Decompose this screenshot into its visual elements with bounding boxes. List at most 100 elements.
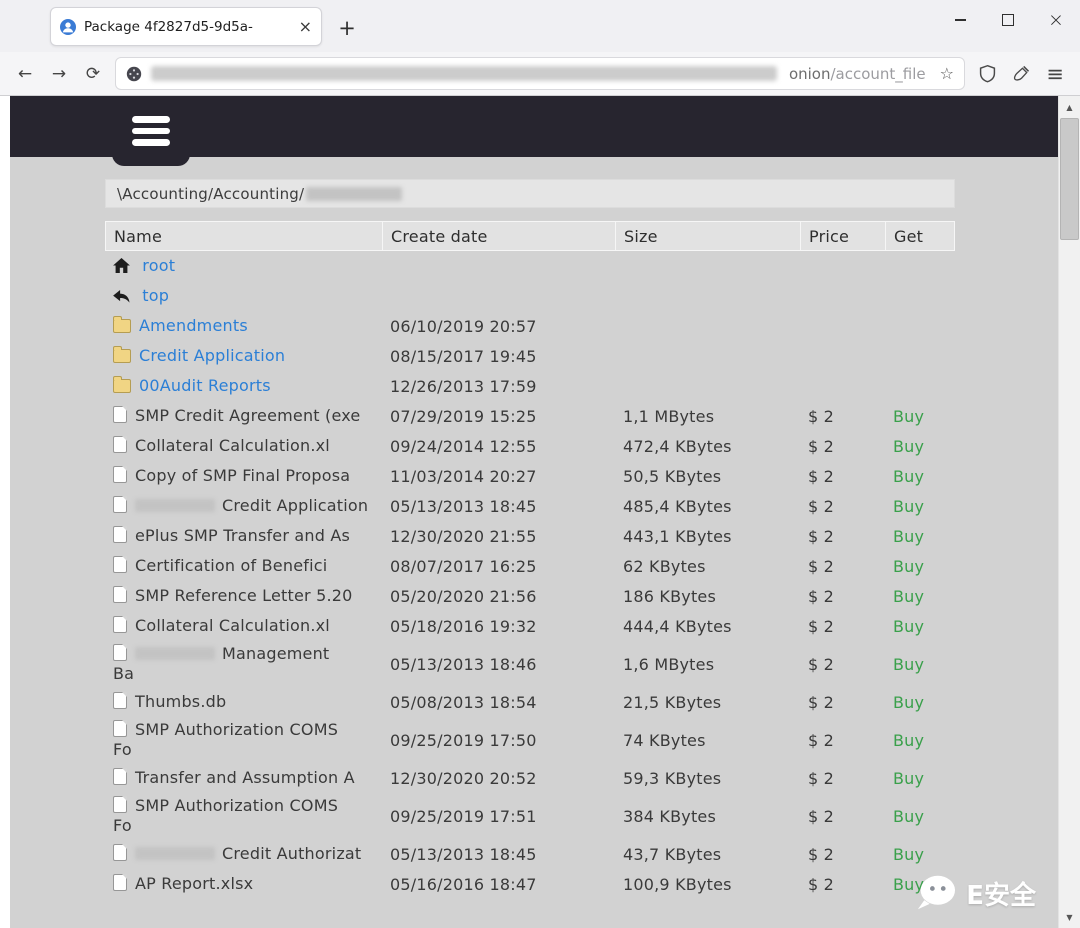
name-cell: Credit Application <box>105 343 382 369</box>
name-cell: SMP Credit Agreement (exe <box>105 403 382 429</box>
buy-link[interactable]: Buy <box>893 467 924 486</box>
create-date-cell: 09/25/2019 17:51 <box>390 806 537 826</box>
buy-link[interactable]: Buy <box>893 807 924 826</box>
bookmark-star-icon[interactable]: ☆ <box>926 64 954 83</box>
file-name: SMP Reference Letter 5.20 <box>135 586 353 605</box>
create-date-cell: 12/26/2013 17:59 <box>390 376 537 396</box>
buy-link[interactable]: Buy <box>893 769 924 788</box>
buy-link[interactable]: Buy <box>893 693 924 712</box>
column-header-size: Size <box>616 222 801 250</box>
scrollbar-thumb[interactable] <box>1060 118 1079 240</box>
create-date-cell: 08/07/2017 16:25 <box>390 556 537 576</box>
window-maximize-button[interactable] <box>984 0 1032 40</box>
file-row: Copy of SMP Final Proposa 11/03/2014 20:2… <box>105 461 955 491</box>
root-link[interactable]: root <box>142 256 175 275</box>
buy-link[interactable]: Buy <box>893 655 924 674</box>
price-cell: $ 2 <box>808 654 835 674</box>
shield-icon[interactable] <box>970 58 1004 90</box>
new-tab-button[interactable]: + <box>332 13 362 43</box>
browser-window: Package 4f2827d5-9d5a- × + × ← → ⟳ onion… <box>0 0 1080 928</box>
price-cell: $ 2 <box>808 874 835 894</box>
get-cell: Buy <box>885 845 955 864</box>
scroll-up-button[interactable]: ▲ <box>1059 96 1080 118</box>
back-button[interactable]: ← <box>8 58 42 90</box>
buy-link[interactable]: Buy <box>893 497 924 516</box>
folder-icon <box>113 316 131 333</box>
buy-link[interactable]: Buy <box>893 587 924 606</box>
create-date-cell: 05/20/2020 21:56 <box>390 586 537 606</box>
get-cell: Buy <box>885 497 955 516</box>
vertical-scrollbar[interactable]: ▲ ▼ <box>1058 96 1080 928</box>
file-icon <box>113 844 127 861</box>
get-cell: Buy <box>885 587 955 606</box>
file-row: Transfer and Assumption A 12/30/2020 20:5… <box>105 763 955 793</box>
new-identity-broom-icon[interactable] <box>1004 58 1038 90</box>
create-date-cell: 08/15/2017 19:45 <box>390 346 537 366</box>
window-minimize-button[interactable] <box>936 0 984 40</box>
folder-row: Credit Application 08/15/2017 19:45 <box>105 341 955 371</box>
file-icon <box>113 796 127 813</box>
file-table: Name Create date Size Price Get root top… <box>105 221 955 899</box>
browser-menu-icon[interactable]: ≡ <box>1038 58 1072 90</box>
file-icon <box>113 526 127 543</box>
browser-tab[interactable]: Package 4f2827d5-9d5a- × <box>50 7 322 46</box>
size-cell: 50,5 KBytes <box>623 466 722 486</box>
size-cell: 1,1 MBytes <box>623 406 715 426</box>
file-name: SMP Authorization COMS Fo <box>113 796 339 835</box>
name-cell: AP Report.xlsx <box>105 871 382 897</box>
buy-link[interactable]: Buy <box>893 731 924 750</box>
site-menu-button[interactable] <box>112 96 190 166</box>
file-icon <box>113 720 127 737</box>
buy-link[interactable]: Buy <box>893 437 924 456</box>
size-cell: 186 KBytes <box>623 586 717 606</box>
onion-circuit-icon[interactable] <box>126 66 142 82</box>
file-icon <box>113 644 127 661</box>
tab-close-icon[interactable]: × <box>299 18 312 35</box>
watermark-text: E安全 <box>966 880 1036 911</box>
home-icon <box>113 258 130 273</box>
buy-link[interactable]: Buy <box>893 407 924 426</box>
file-row: Credit Authorizat 05/13/2013 18:45 43,7 KB… <box>105 839 955 869</box>
hamburger-icon <box>132 127 170 135</box>
size-cell: 472,4 KBytes <box>623 436 732 456</box>
folder-row: Amendments 06/10/2019 20:57 <box>105 311 955 341</box>
price-cell: $ 2 <box>808 436 835 456</box>
reload-button[interactable]: ⟳ <box>76 58 110 90</box>
url-path-text: /account_file <box>830 64 926 83</box>
file-row: Collateral Calculation.xl 09/24/2014 12:5… <box>105 431 955 461</box>
price-cell: $ 2 <box>808 692 835 712</box>
create-date-cell: 07/29/2019 15:25 <box>390 406 537 426</box>
price-cell: $ 2 <box>808 768 835 788</box>
create-date-cell: 05/18/2016 19:32 <box>390 616 537 636</box>
close-icon: × <box>1048 8 1064 31</box>
create-date-cell: 05/13/2013 18:45 <box>390 496 537 516</box>
get-cell: Buy <box>885 693 955 712</box>
web-page: \Accounting/Accounting/ Name Create date… <box>10 96 1058 928</box>
scroll-down-button[interactable]: ▼ <box>1059 906 1080 928</box>
tab-title: Package 4f2827d5-9d5a- <box>84 18 253 35</box>
window-close-button[interactable]: × <box>1032 0 1080 40</box>
buy-link[interactable]: Buy <box>893 527 924 546</box>
buy-link[interactable]: Buy <box>893 845 924 864</box>
folder-row: 00Audit Reports 12/26/2013 17:59 <box>105 371 955 401</box>
top-link[interactable]: top <box>142 286 169 305</box>
url-bar[interactable]: onion /account_file ☆ <box>116 58 964 89</box>
site-header <box>10 96 1058 166</box>
browser-navbar: ← → ⟳ onion /account_file ☆ ≡ <box>0 52 1080 96</box>
file-name: Credit Application <box>222 496 369 515</box>
folder-link[interactable]: Credit Application <box>139 346 285 365</box>
breadcrumb: \Accounting/Accounting/ <box>105 179 955 208</box>
folder-link[interactable]: Amendments <box>139 316 248 335</box>
minimize-icon <box>954 19 966 21</box>
folder-link[interactable]: 00Audit Reports <box>139 376 271 395</box>
name-cell: SMP Authorization COMS Fo <box>105 793 382 839</box>
file-name: Copy of SMP Final Proposa <box>135 466 351 485</box>
buy-link[interactable]: Buy <box>893 617 924 636</box>
name-cell: 00Audit Reports <box>105 373 382 399</box>
forward-button[interactable]: → <box>42 58 76 90</box>
price-cell: $ 2 <box>808 730 835 750</box>
buy-link[interactable]: Buy <box>893 557 924 576</box>
name-cell: ePlus SMP Transfer and As <box>105 523 382 549</box>
file-row: SMP Authorization COMS Fo 09/25/2019 17:5… <box>105 793 955 839</box>
file-row: Certification of Benefici 08/07/2017 16:2… <box>105 551 955 581</box>
